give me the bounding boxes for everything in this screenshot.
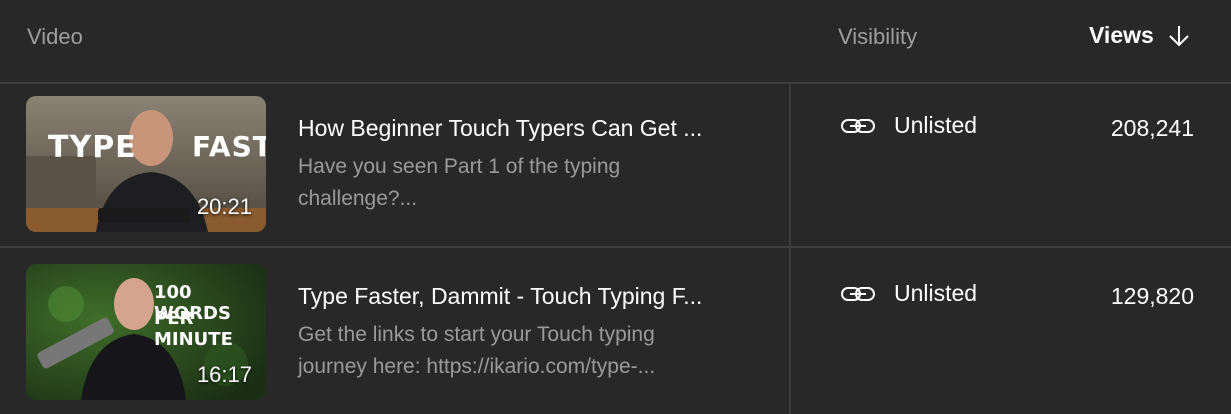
video-thumbnail[interactable]: 100 WORDS PER MINUTE 16:17: [26, 264, 266, 400]
video-thumbnail[interactable]: TYPE FAST 20:21: [26, 96, 266, 232]
video-table: Video Visibility Views TYPE FAST 20:21 H…: [0, 0, 1231, 414]
visibility-cell[interactable]: Unlisted: [840, 280, 977, 307]
link-icon: [841, 118, 875, 133]
visibility-label: Unlisted: [894, 112, 978, 138]
visibility-column-header[interactable]: Visibility: [838, 24, 917, 50]
table-header: Video Visibility Views: [0, 0, 1231, 84]
video-description: Have you seen Part 1 of the typing chall…: [298, 155, 621, 210]
table-row[interactable]: TYPE FAST 20:21 How Beginner Touch Typer…: [0, 84, 1231, 248]
video-title[interactable]: How Beginner Touch Typers Can Get ...: [298, 115, 702, 142]
views-header-label: Views: [1089, 22, 1154, 48]
visibility-label: Unlisted: [894, 280, 978, 306]
views-column-header[interactable]: Views: [1089, 22, 1190, 49]
video-duration: 20:21: [196, 194, 252, 219]
link-icon: [841, 286, 875, 301]
visibility-cell[interactable]: Unlisted: [840, 112, 977, 139]
video-column-header: Video: [27, 24, 83, 49]
thumbnail-text-line2: PER MINUTE: [154, 308, 233, 350]
views-count: 129,820: [1110, 283, 1194, 309]
views-count: 208,241: [1110, 115, 1194, 141]
arrow-down-icon: [1169, 25, 1189, 46]
thumbnail-text-left: TYPE: [48, 130, 137, 165]
video-description: Get the links to start your Touch typing…: [298, 323, 656, 378]
thumbnail-text-right: FAST: [192, 130, 266, 163]
table-row[interactable]: 100 WORDS PER MINUTE 16:17 Type Faster, …: [0, 248, 1231, 414]
video-title[interactable]: Type Faster, Dammit - Touch Typing F...: [298, 283, 702, 310]
video-duration: 16:17: [196, 362, 252, 387]
